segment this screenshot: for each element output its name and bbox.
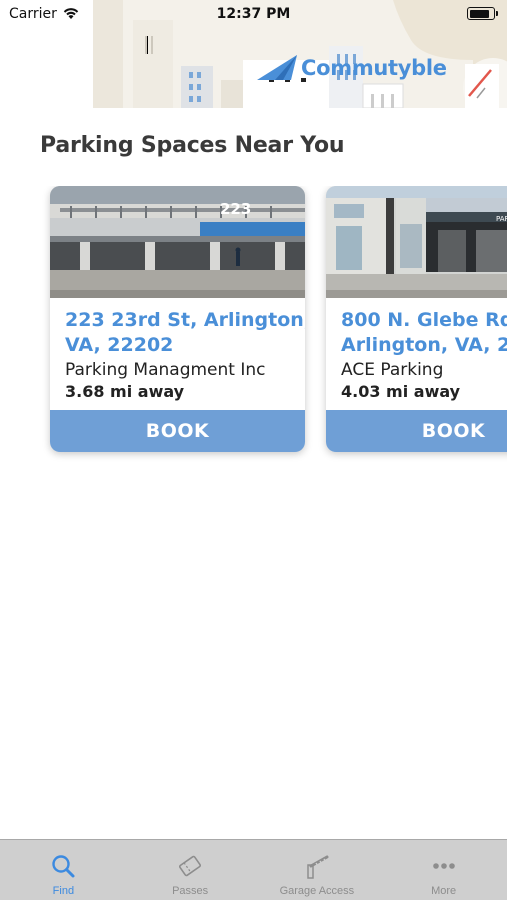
tab-passes[interactable]: Passes [127,840,254,900]
tab-label-passes: Passes [172,885,209,897]
tab-label-find: Find [52,885,75,897]
card-address-line2: Arlington, VA, 22203 [341,334,507,356]
ticket-icon [179,855,202,877]
tab-garage-access[interactable]: Garage Access [254,840,381,900]
gate-barrier-icon [307,855,329,879]
status-bar: Carrier 12:37 PM [0,0,507,28]
status-time: 12:37 PM [216,6,291,22]
parking-carousel[interactable]: 223 223 23rd St, Arlington, VA, 22202 Pa… [0,186,507,466]
card-distance: 3.68 mi away [65,382,185,401]
parking-photo: PARKING [326,186,507,298]
book-button[interactable]: BOOK [326,410,507,452]
card-address: 223 23rd St, Arlington, VA, 22202 [65,308,305,358]
commutyble-logo: Commutyble [257,52,447,84]
search-icon [52,855,75,878]
logo-plane-icon [257,55,297,80]
page-title: Parking Spaces Near You [40,133,345,158]
parking-photo: 223 [50,186,305,298]
parking-sign: PARKING [496,215,507,223]
card-address-line1: 800 N. Glebe Rd, [341,309,507,331]
parking-card[interactable]: 223 223 23rd St, Arlington, VA, 22202 Pa… [50,186,305,452]
card-address-line2: VA, 22202 [65,334,174,356]
parking-card[interactable]: PARKING 800 N. Glebe Rd, Arlington, VA, … [326,186,507,452]
tab-label-garage-access: Garage Access [279,885,355,897]
tab-find[interactable]: Find [0,840,127,900]
tab-more[interactable]: More [380,840,507,900]
book-button[interactable]: BOOK [50,410,305,452]
card-company: ACE Parking [341,360,444,380]
building-number-sign: 223 [220,200,251,218]
card-company: Parking Managment Inc [65,360,266,380]
logo-text: Commutyble [301,56,447,80]
tab-label-more: More [431,885,457,897]
tab-bar: Find Passes Garage Access More [0,839,507,900]
more-dots-icon [432,863,455,869]
card-address: 800 N. Glebe Rd, Arlington, VA, 22203 [341,308,507,358]
card-distance: 4.03 mi away [341,382,461,401]
battery-icon [467,7,498,20]
card-address-line1: 223 23rd St, Arlington, [65,309,305,331]
